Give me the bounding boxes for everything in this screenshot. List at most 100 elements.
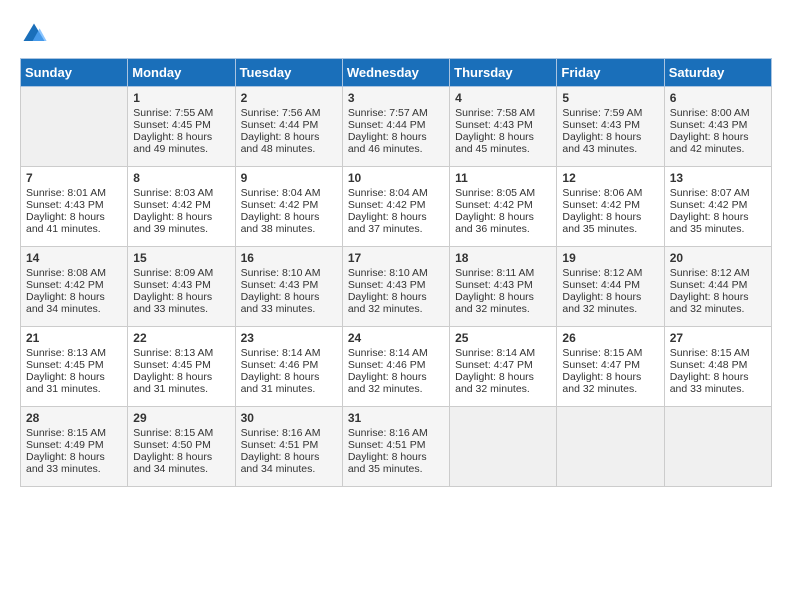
sunrise-text: Sunrise: 8:13 AM	[133, 347, 213, 359]
calendar-cell: 8 Sunrise: 8:03 AM Sunset: 4:42 PM Dayli…	[128, 167, 235, 247]
daylight-text: Daylight: 8 hours and 35 minutes.	[348, 451, 427, 475]
day-number: 28	[26, 411, 122, 425]
calendar-cell: 25 Sunrise: 8:14 AM Sunset: 4:47 PM Dayl…	[450, 327, 557, 407]
calendar-cell: 18 Sunrise: 8:11 AM Sunset: 4:43 PM Dayl…	[450, 247, 557, 327]
day-number: 23	[241, 331, 337, 345]
day-number: 31	[348, 411, 444, 425]
sunrise-text: Sunrise: 7:57 AM	[348, 107, 428, 119]
day-number: 13	[670, 171, 766, 185]
day-number: 4	[455, 91, 551, 105]
day-number: 18	[455, 251, 551, 265]
sunrise-text: Sunrise: 8:11 AM	[455, 267, 534, 279]
calendar-cell: 3 Sunrise: 7:57 AM Sunset: 4:44 PM Dayli…	[342, 87, 449, 167]
day-number: 22	[133, 331, 229, 345]
daylight-text: Daylight: 8 hours and 34 minutes.	[26, 291, 105, 315]
sunset-text: Sunset: 4:44 PM	[670, 279, 748, 291]
calendar-week-row: 21 Sunrise: 8:13 AM Sunset: 4:45 PM Dayl…	[21, 327, 772, 407]
daylight-text: Daylight: 8 hours and 39 minutes.	[133, 211, 212, 235]
daylight-text: Daylight: 8 hours and 32 minutes.	[455, 291, 534, 315]
calendar-cell: 17 Sunrise: 8:10 AM Sunset: 4:43 PM Dayl…	[342, 247, 449, 327]
day-number: 17	[348, 251, 444, 265]
day-number: 25	[455, 331, 551, 345]
sunrise-text: Sunrise: 8:12 AM	[670, 267, 750, 279]
day-number: 16	[241, 251, 337, 265]
calendar-cell	[557, 407, 664, 487]
day-header-sunday: Sunday	[21, 59, 128, 87]
sunset-text: Sunset: 4:43 PM	[241, 279, 319, 291]
day-number: 27	[670, 331, 766, 345]
daylight-text: Daylight: 8 hours and 38 minutes.	[241, 211, 320, 235]
page-header	[20, 20, 772, 48]
day-number: 6	[670, 91, 766, 105]
calendar-cell: 7 Sunrise: 8:01 AM Sunset: 4:43 PM Dayli…	[21, 167, 128, 247]
daylight-text: Daylight: 8 hours and 49 minutes.	[133, 131, 212, 155]
sunset-text: Sunset: 4:48 PM	[670, 359, 748, 371]
calendar-cell: 1 Sunrise: 7:55 AM Sunset: 4:45 PM Dayli…	[128, 87, 235, 167]
sunset-text: Sunset: 4:42 PM	[670, 199, 748, 211]
calendar-cell: 6 Sunrise: 8:00 AM Sunset: 4:43 PM Dayli…	[664, 87, 771, 167]
sunrise-text: Sunrise: 8:10 AM	[241, 267, 321, 279]
logo-icon	[20, 20, 48, 48]
calendar-cell: 5 Sunrise: 7:59 AM Sunset: 4:43 PM Dayli…	[557, 87, 664, 167]
day-number: 21	[26, 331, 122, 345]
calendar-cell: 14 Sunrise: 8:08 AM Sunset: 4:42 PM Dayl…	[21, 247, 128, 327]
day-header-saturday: Saturday	[664, 59, 771, 87]
sunset-text: Sunset: 4:43 PM	[455, 279, 533, 291]
calendar-week-row: 1 Sunrise: 7:55 AM Sunset: 4:45 PM Dayli…	[21, 87, 772, 167]
daylight-text: Daylight: 8 hours and 48 minutes.	[241, 131, 320, 155]
daylight-text: Daylight: 8 hours and 31 minutes.	[241, 371, 320, 395]
sunset-text: Sunset: 4:49 PM	[26, 439, 104, 451]
sunrise-text: Sunrise: 8:09 AM	[133, 267, 213, 279]
sunrise-text: Sunrise: 8:07 AM	[670, 187, 750, 199]
calendar-cell	[21, 87, 128, 167]
sunrise-text: Sunrise: 8:05 AM	[455, 187, 535, 199]
sunset-text: Sunset: 4:44 PM	[562, 279, 640, 291]
daylight-text: Daylight: 8 hours and 33 minutes.	[241, 291, 320, 315]
day-number: 12	[562, 171, 658, 185]
sunset-text: Sunset: 4:43 PM	[348, 279, 426, 291]
daylight-text: Daylight: 8 hours and 34 minutes.	[133, 451, 212, 475]
day-header-friday: Friday	[557, 59, 664, 87]
sunset-text: Sunset: 4:42 PM	[455, 199, 533, 211]
sunrise-text: Sunrise: 8:00 AM	[670, 107, 750, 119]
daylight-text: Daylight: 8 hours and 32 minutes.	[670, 291, 749, 315]
sunrise-text: Sunrise: 8:13 AM	[26, 347, 106, 359]
calendar-cell: 27 Sunrise: 8:15 AM Sunset: 4:48 PM Dayl…	[664, 327, 771, 407]
day-number: 26	[562, 331, 658, 345]
sunset-text: Sunset: 4:42 PM	[562, 199, 640, 211]
sunset-text: Sunset: 4:45 PM	[133, 359, 211, 371]
sunrise-text: Sunrise: 8:15 AM	[670, 347, 750, 359]
calendar-cell: 28 Sunrise: 8:15 AM Sunset: 4:49 PM Dayl…	[21, 407, 128, 487]
daylight-text: Daylight: 8 hours and 33 minutes.	[670, 371, 749, 395]
calendar-cell: 21 Sunrise: 8:13 AM Sunset: 4:45 PM Dayl…	[21, 327, 128, 407]
day-number: 10	[348, 171, 444, 185]
day-number: 7	[26, 171, 122, 185]
day-number: 9	[241, 171, 337, 185]
day-header-wednesday: Wednesday	[342, 59, 449, 87]
calendar-cell: 9 Sunrise: 8:04 AM Sunset: 4:42 PM Dayli…	[235, 167, 342, 247]
sunrise-text: Sunrise: 8:14 AM	[455, 347, 535, 359]
daylight-text: Daylight: 8 hours and 35 minutes.	[562, 211, 641, 235]
calendar-cell: 20 Sunrise: 8:12 AM Sunset: 4:44 PM Dayl…	[664, 247, 771, 327]
day-number: 8	[133, 171, 229, 185]
sunset-text: Sunset: 4:42 PM	[241, 199, 319, 211]
sunrise-text: Sunrise: 8:03 AM	[133, 187, 213, 199]
sunset-text: Sunset: 4:44 PM	[348, 119, 426, 131]
calendar-cell: 4 Sunrise: 7:58 AM Sunset: 4:43 PM Dayli…	[450, 87, 557, 167]
sunset-text: Sunset: 4:43 PM	[133, 279, 211, 291]
daylight-text: Daylight: 8 hours and 37 minutes.	[348, 211, 427, 235]
sunset-text: Sunset: 4:46 PM	[348, 359, 426, 371]
daylight-text: Daylight: 8 hours and 32 minutes.	[348, 371, 427, 395]
sunrise-text: Sunrise: 7:59 AM	[562, 107, 642, 119]
sunset-text: Sunset: 4:42 PM	[26, 279, 104, 291]
calendar-table: SundayMondayTuesdayWednesdayThursdayFrid…	[20, 58, 772, 487]
daylight-text: Daylight: 8 hours and 41 minutes.	[26, 211, 105, 235]
day-header-monday: Monday	[128, 59, 235, 87]
calendar-cell	[664, 407, 771, 487]
sunset-text: Sunset: 4:47 PM	[455, 359, 533, 371]
calendar-cell: 31 Sunrise: 8:16 AM Sunset: 4:51 PM Dayl…	[342, 407, 449, 487]
day-number: 20	[670, 251, 766, 265]
day-header-thursday: Thursday	[450, 59, 557, 87]
daylight-text: Daylight: 8 hours and 46 minutes.	[348, 131, 427, 155]
calendar-cell: 30 Sunrise: 8:16 AM Sunset: 4:51 PM Dayl…	[235, 407, 342, 487]
